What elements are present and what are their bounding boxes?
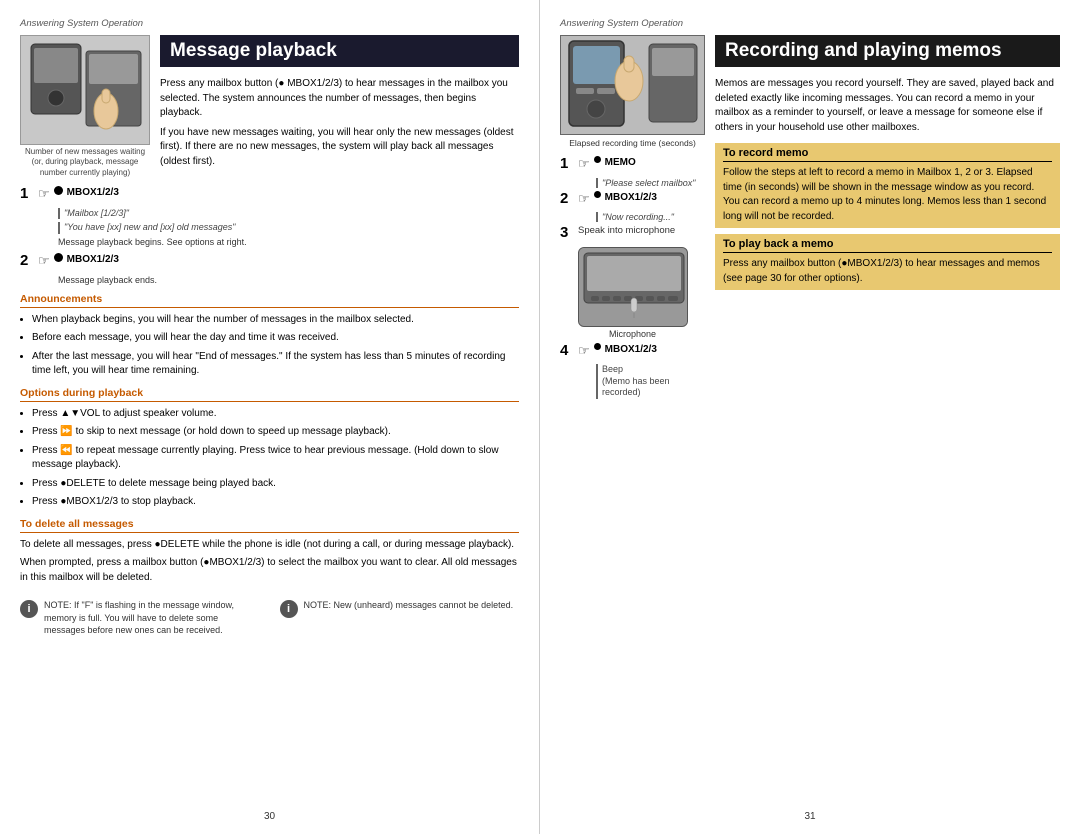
right-step4-sublabel1: Beep xyxy=(602,364,705,376)
right-section-header: Answering System Operation xyxy=(560,18,1060,29)
to-play-section: To play back a memo Press any mailbox bu… xyxy=(715,234,1060,290)
left-section-header: Answering System Operation xyxy=(20,18,519,29)
info-icon-2: i xyxy=(280,600,298,618)
step1b-sublabel: "You have [xx] new and [xx] old messages… xyxy=(58,222,519,234)
options-title: Options during playback xyxy=(20,387,519,402)
note2-box: i NOTE: New (unheard) messages cannot be… xyxy=(280,599,520,637)
to-play-title: To play back a memo xyxy=(723,238,1052,253)
step1-label: MBOX1/2/3 xyxy=(67,186,119,199)
right-intro: Memos are messages you record yourself. … xyxy=(715,77,1060,135)
right-device-image xyxy=(560,35,705,135)
microphone-area: Microphone xyxy=(560,247,705,339)
right-page-title: Recording and playing memos xyxy=(715,35,1060,67)
option-item-3: Press ⏪ to repeat message currently play… xyxy=(32,444,519,473)
delete-title: To delete all messages xyxy=(20,518,519,533)
to-record-section: To record memo Follow the steps at left … xyxy=(715,143,1060,228)
right-step1-row: 1 ☞ MEMO xyxy=(560,156,705,173)
to-record-detail: Follow the steps at left to record a mem… xyxy=(723,166,1052,224)
step1-note: Message playback begins. See options at … xyxy=(58,237,519,247)
right-step4-sublabel: Beep (Memo has been recorded) xyxy=(596,364,705,399)
step2-note: Message playback ends. xyxy=(58,275,519,285)
info-icon-1: i xyxy=(20,600,38,618)
right-step2-sublabel: "Now recording..." xyxy=(596,212,705,222)
note1-text: NOTE: If "F" is flashing in the message … xyxy=(44,599,260,637)
right-step3-num: 3 xyxy=(560,225,574,242)
left-intro1: Press any mailbox button (● MBOX1/2/3) t… xyxy=(160,77,519,121)
option-item-1: Press ▲▼VOL to adjust speaker volume. xyxy=(32,407,519,422)
delete-text1: To delete all messages, press ●DELETE wh… xyxy=(20,538,519,553)
right-step4-row: 4 ☞ MBOX1/2/3 xyxy=(560,343,705,360)
step2-dot-icon xyxy=(54,253,63,262)
right-page: Answering System Operation xyxy=(540,0,1080,834)
step2-num: 2 xyxy=(20,253,34,270)
option-item-2: Press ⏩ to skip to next message (or hold… xyxy=(32,425,519,440)
right-step2-label: MBOX1/2/3 xyxy=(605,191,657,204)
right-step2-dot xyxy=(594,191,601,198)
note1-box: i NOTE: If "F" is flashing in the messag… xyxy=(20,599,260,637)
delete-text2: When prompted, press a mailbox button (●… xyxy=(20,556,519,585)
left-page-number: 30 xyxy=(264,811,275,822)
right-step4-dot xyxy=(594,343,601,350)
option-item-4: Press ●DELETE to delete message being pl… xyxy=(32,477,519,492)
announcement-item-1: When playback begins, you will hear the … xyxy=(32,313,519,328)
left-page-title: Message playback xyxy=(160,35,519,67)
option-item-5: Press ●MBOX1/2/3 to stop playback. xyxy=(32,495,519,510)
elapsed-label: Elapsed recording time (seconds) xyxy=(569,138,696,148)
microphone-label: Microphone xyxy=(609,329,656,339)
right-step1-sublabel-text: "Please select mailbox" xyxy=(602,178,695,188)
announcements-list: When playback begins, you will hear the … xyxy=(32,313,519,379)
step1-row: 1 ☞ MBOX1/2/3 xyxy=(20,186,519,203)
right-device-col: Elapsed recording time (seconds) 1 ☞ MEM… xyxy=(560,35,705,399)
right-step1-label: MEMO xyxy=(605,156,636,169)
right-step2-finger: ☞ xyxy=(578,191,590,207)
right-step1-num: 1 xyxy=(560,156,574,173)
left-device-caption: Number of new messages waiting (or, duri… xyxy=(20,147,150,178)
right-step4-finger: ☞ xyxy=(578,343,590,359)
left-intro2: If you have new messages waiting, you wi… xyxy=(160,126,519,170)
options-list: Press ▲▼VOL to adjust speaker volume. Pr… xyxy=(32,407,519,510)
announcements-title: Announcements xyxy=(20,293,519,308)
note2-text: NOTE: New (unheard) messages cannot be d… xyxy=(304,599,514,612)
step1-sublabel: "Mailbox [1/2/3]" xyxy=(58,208,519,220)
step1-finger-icon: ☞ xyxy=(38,186,50,202)
announcement-item-3: After the last message, you will hear "E… xyxy=(32,350,519,379)
right-step2-num: 2 xyxy=(560,191,574,208)
right-steps-col: 1 ☞ MEMO "Please select mailbox" 2 ☞ MBO… xyxy=(560,156,705,399)
right-step3-row: 3 Speak into microphone xyxy=(560,225,705,242)
right-step1-dot xyxy=(594,156,601,163)
step2-finger-icon: ☞ xyxy=(38,253,50,269)
left-page: Answering System Operation xyxy=(0,0,540,834)
right-step1-finger: ☞ xyxy=(578,156,590,172)
announcement-item-2: Before each message, you will hear the d… xyxy=(32,331,519,346)
step2-label: MBOX1/2/3 xyxy=(67,253,119,266)
to-play-detail: Press any mailbox button (●MBOX1/2/3) to… xyxy=(723,257,1052,286)
left-device-image xyxy=(20,35,150,145)
right-step2-sublabel-text: "Now recording..." xyxy=(602,212,674,222)
to-record-title: To record memo xyxy=(723,147,1052,162)
right-step3-text: Speak into microphone xyxy=(578,225,675,236)
right-step2-row: 2 ☞ MBOX1/2/3 xyxy=(560,191,705,208)
right-step1-sublabel: "Please select mailbox" xyxy=(596,178,705,188)
step1-num: 1 xyxy=(20,186,34,203)
step2-row: 2 ☞ MBOX1/2/3 xyxy=(20,253,519,270)
phone-device-img xyxy=(578,247,688,327)
right-step4-num: 4 xyxy=(560,343,574,360)
step1-dot-icon xyxy=(54,186,63,195)
right-step4-sublabel2: (Memo has been recorded) xyxy=(602,376,705,399)
right-text-col: Recording and playing memos Memos are me… xyxy=(715,35,1060,399)
right-page-number: 31 xyxy=(804,811,815,822)
right-step4-label: MBOX1/2/3 xyxy=(605,343,657,356)
